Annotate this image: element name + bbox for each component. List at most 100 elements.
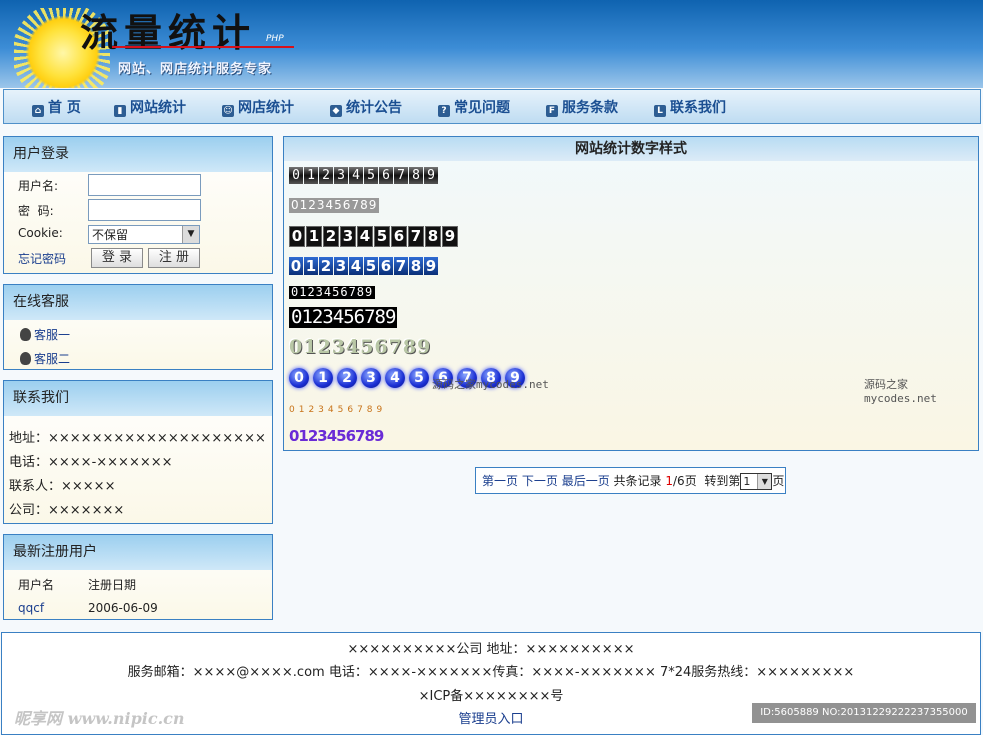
digit-tile: 7 [394,167,408,184]
pager-current: 1 [665,474,674,488]
pager-page-select[interactable]: 1 ▼ [740,473,773,490]
pager-goto-label: 转到第 [704,474,741,488]
digit-tile: 7 [394,257,408,275]
online-service-box: 在线客服 客服一 客服二 [3,284,273,370]
home-icon: ⌂ [32,105,44,117]
watermark-right: 源码之家mycodes.net [864,378,937,405]
digit-tile: 9 [424,257,438,275]
nav-notice[interactable]: ◆ 统计公告 [330,97,402,117]
footer-company: ××××××××××公司 地址：×××××××××× [347,642,635,657]
nipic-watermark-logo: 昵享网 www.nipic.cn [14,709,185,728]
pager-last[interactable]: 最后一页 [562,474,610,488]
pager-page-suffix: 页 [772,474,785,488]
chevron-down-icon: ▼ [182,226,199,243]
digit-tile: 0 [289,368,309,388]
digit-tile: 9 [442,226,458,247]
digit-style-4[interactable]: 0123456789 [289,257,439,275]
digit-tile: 0 [289,257,303,275]
digit-tile: 4 [357,226,373,247]
digit-style-3[interactable]: 0123456789 [289,226,459,247]
pager: 第一页 下一页 最后一页 共条记录 1/6页 转到第 1 ▼ 页 [475,467,786,494]
contact-icon: L [654,105,666,117]
login-box: 用户登录 用户名: 密 码: Cookie: 不保留 ▼ 忘记密码 登 录 注 册 [3,136,273,274]
digit-tile: 8 [409,167,423,184]
pager-first[interactable]: 第一页 [482,474,518,488]
digit-tile: 1 [304,257,318,275]
chevron-down-icon: ▼ [757,474,772,489]
digit-tile: 2 [319,257,333,275]
digit-tile: 3 [340,226,356,247]
admin-link[interactable]: 管理员入口 [458,712,523,727]
digit-tile: 2 [337,368,357,388]
pager-next[interactable]: 下一页 [522,474,558,488]
digit-tile: 4 [349,167,363,184]
password-input[interactable] [88,199,201,221]
username-label: 用户名: [18,179,59,193]
nav-terms[interactable]: F 服务条款 [546,97,618,117]
shop-icon: ☺ [222,105,234,117]
digit-tile: 5 [364,167,378,184]
digit-tile: 0 [289,226,305,247]
contact-person: 联系人：××××× [9,479,116,494]
new-users-header-date: 注册日期 [88,578,137,592]
nav-home[interactable]: ⌂ 首 页 [32,97,81,117]
new-user-name[interactable]: qqcf [18,601,44,615]
cookie-select[interactable]: 不保留 ▼ [88,225,200,244]
username-input[interactable] [88,174,201,196]
qq-icon [20,352,31,365]
digit-tile: 3 [334,167,348,184]
digit-tile: 8 [409,257,423,275]
digit-styles-panel: 网站统计数字样式 0123456789 0123456789 012345678… [283,136,979,451]
notice-icon: ◆ [330,105,342,117]
logo-php-label: PHP [266,34,284,44]
new-users-box: 最新注册用户 用户名 注册日期 qqcf 2006-06-09 [3,534,273,620]
digit-style-9[interactable]: 0123456789 [289,405,386,415]
header-banner: 流量统计 PHP 网站、网店统计服务专家 [0,0,983,88]
contact-title: 联系我们 [4,381,272,416]
digit-tile: 6 [391,226,407,247]
digit-tile: 9 [424,167,438,184]
main-nav: ⌂ 首 页 ▮ 网站统计 ☺ 网店统计 ◆ 统计公告 ? 常见问题 F 服务条款 L 联系我们 [3,89,981,124]
footer-icp: ×ICP备××××××××号 [418,689,564,704]
terms-icon: F [546,105,558,117]
digit-tile: 0 [289,167,303,184]
new-users-header-name: 用户名 [18,578,55,592]
pager-total-label: 共条记录 [613,474,662,488]
digit-tile: 2 [319,167,333,184]
logo-slogan: 网站、网店统计服务专家 [118,62,273,77]
digit-tile: 1 [313,368,333,388]
logo-title: 流量统计 [80,10,257,55]
new-user-date: 2006-06-09 [88,601,158,615]
password-label: 密 码: [18,204,54,218]
forgot-password-link[interactable]: 忘记密码 [18,250,66,267]
digit-style-2[interactable]: 0123456789 [289,198,380,213]
digit-tile: 5 [364,257,378,275]
digit-tile: 5 [374,226,390,247]
digit-style-1[interactable]: 0123456789 [289,167,439,184]
digit-tile: 4 [385,368,405,388]
contact-company: 公司：××××××× [9,503,125,518]
nav-site-stats[interactable]: ▮ 网站统计 [114,97,186,117]
register-button[interactable]: 注 册 [148,248,200,268]
nav-contact[interactable]: L 联系我们 [654,97,726,117]
service-item-1[interactable]: 客服一 [20,326,70,343]
service-item-2[interactable]: 客服二 [20,350,70,367]
contact-address: 地址：×××××××××××××××××××× [9,431,266,446]
digit-tile: 3 [361,368,381,388]
contact-phone: 电话：××××-××××××× [9,455,173,470]
digit-tile: 4 [349,257,363,275]
logo-underline [112,46,294,48]
login-button[interactable]: 登 录 [91,248,143,268]
digit-style-5[interactable]: 0123456789 [289,286,376,299]
faq-icon: ? [438,105,450,117]
login-title: 用户登录 [4,137,272,172]
digit-style-10[interactable]: 0123456789 [289,427,384,445]
watermark-center: 源码之家mycodes.net [432,378,549,391]
nav-shop-stats[interactable]: ☺ 网店统计 [222,97,294,117]
nav-faq[interactable]: ? 常见问题 [438,97,510,117]
digit-style-7[interactable]: 0123456789 [289,336,431,358]
digit-style-6[interactable]: 0123456789 [289,307,398,328]
digit-tile: 1 [306,226,322,247]
digit-tile: 7 [408,226,424,247]
digit-tile: 6 [379,167,393,184]
